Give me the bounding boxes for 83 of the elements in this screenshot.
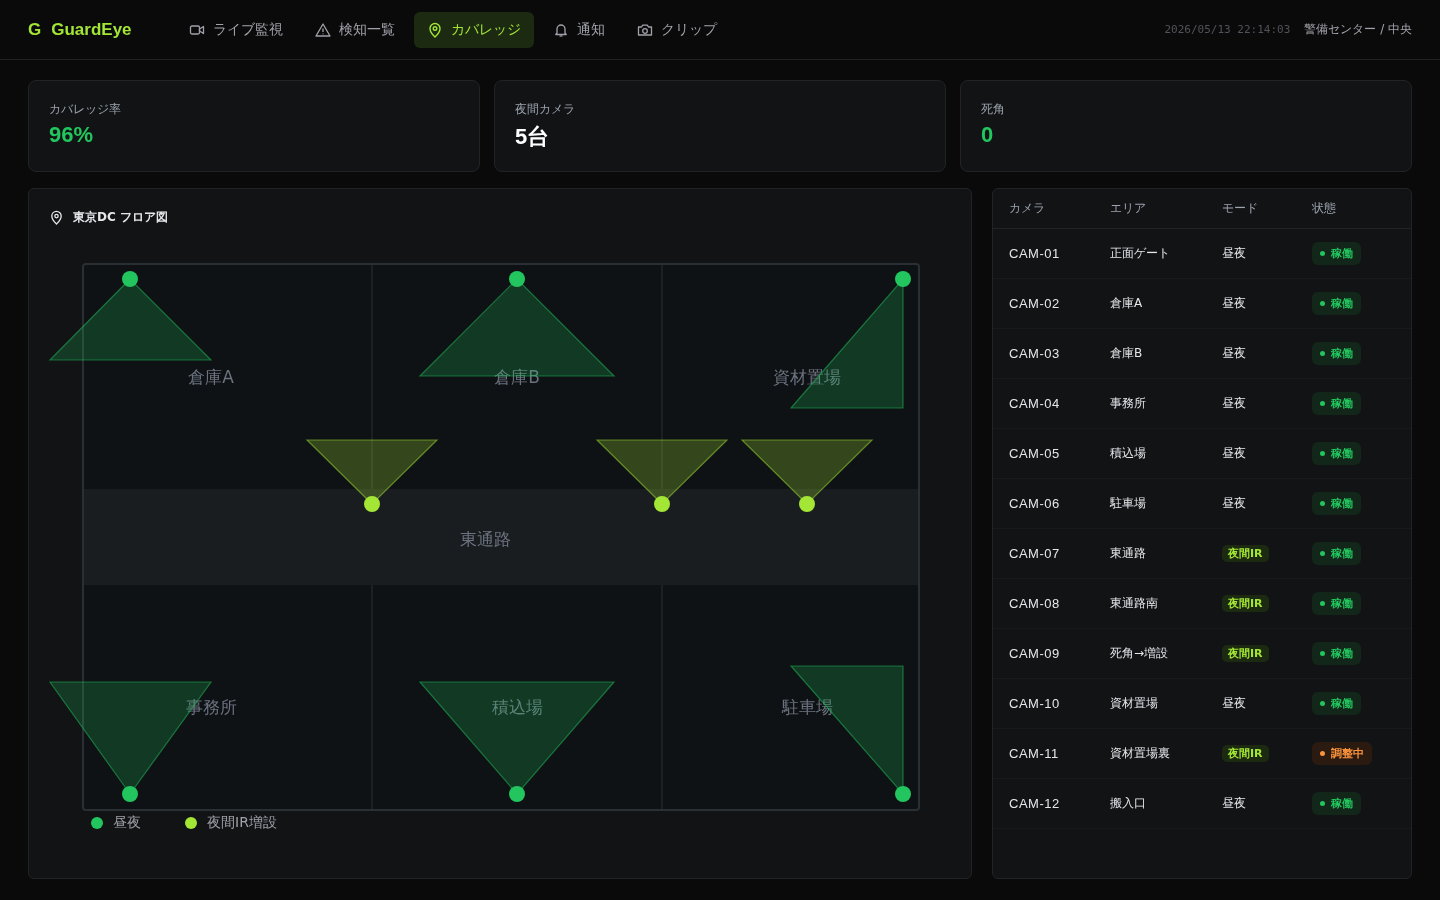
status-badge: 稼働 xyxy=(1312,242,1361,265)
status-badge: 稼働 xyxy=(1312,642,1361,665)
status-badge: 稼働 xyxy=(1312,792,1361,815)
mode-label: 昼夜 xyxy=(1222,446,1246,460)
map-title: 東京DC フロア図 xyxy=(73,209,168,226)
kpi-label: 死角 xyxy=(981,101,1005,118)
legend-label: 昼夜 xyxy=(113,814,141,832)
table-cell-text: CAM-07 xyxy=(1009,546,1061,561)
table-cell-text: 東通路 xyxy=(1110,545,1147,562)
table-cell-text: CAM-09 xyxy=(1009,646,1061,661)
table-cell-text: CAM-06 xyxy=(1009,496,1061,511)
table-cell-text: 資材置場裏 xyxy=(1110,745,1171,762)
status-badge: 調整中 xyxy=(1312,742,1372,765)
status-badge: 稼働 xyxy=(1312,342,1361,365)
app-name: GuardEye xyxy=(51,19,132,40)
status-badge: 稼働 xyxy=(1312,392,1361,415)
camera-coverage-cone[interactable] xyxy=(418,681,616,802)
status-badge: 稼働 xyxy=(1312,592,1361,615)
table-cell-text: CAM-10 xyxy=(1009,696,1061,711)
nav-tab[interactable]: 通知 xyxy=(540,11,618,48)
table-cell-text: 倉庫B xyxy=(1110,345,1144,362)
location-pin-icon xyxy=(427,21,443,38)
status-badge: 稼働 xyxy=(1312,542,1361,565)
warning-icon xyxy=(315,21,331,38)
bell-icon xyxy=(553,21,569,38)
mode-label: 昼夜 xyxy=(1222,296,1246,310)
table-cell-text: CAM-11 xyxy=(1009,746,1060,761)
mode-label: 昼夜 xyxy=(1222,496,1246,510)
table-cell-text: CAM-12 xyxy=(1009,796,1061,811)
mode-badge: 夜間IR xyxy=(1222,745,1269,762)
location-label: 警備センター / 中央 xyxy=(1304,21,1412,38)
location-pin-icon xyxy=(49,210,64,225)
table-cell-text: 東通路南 xyxy=(1110,595,1159,612)
legend-label: 夜間IR増設 xyxy=(207,814,277,832)
camera-coverage-cone[interactable] xyxy=(305,439,439,512)
camera-coverage-cone[interactable] xyxy=(740,439,874,512)
logo-mark: G xyxy=(28,19,42,40)
kpi-value: 5台 xyxy=(515,123,550,151)
mode-badge: 夜間IR xyxy=(1222,595,1269,612)
status-badge: 稼働 xyxy=(1312,692,1361,715)
mode-label: 昼夜 xyxy=(1222,346,1246,360)
mode-badge: 夜間IR xyxy=(1222,545,1269,562)
camera-coverage-cone[interactable] xyxy=(48,271,213,361)
column-header: 状態 xyxy=(1312,200,1337,217)
camera-coverage-cone[interactable] xyxy=(595,439,729,512)
nav-tab[interactable]: 検知一覧 xyxy=(302,11,408,48)
kpi-value: 0 xyxy=(981,122,994,148)
table-cell-text: CAM-04 xyxy=(1009,396,1061,411)
table-cell-text: 死角→増設 xyxy=(1110,645,1170,662)
mode-label: 昼夜 xyxy=(1222,396,1246,410)
table-cell-text: CAM-03 xyxy=(1009,346,1061,361)
mode-label: 昼夜 xyxy=(1222,246,1246,260)
camera-coverage-cone[interactable] xyxy=(789,271,911,409)
nav-tab[interactable]: ライブ監視 xyxy=(176,11,296,48)
table-cell-text: 事務所 xyxy=(1110,395,1147,412)
table-cell-text: 資材置場 xyxy=(1110,695,1159,712)
table-cell-text: 積込場 xyxy=(1110,445,1147,462)
zone-label: 積込場 xyxy=(491,697,543,717)
table-cell-text: CAM-08 xyxy=(1009,596,1061,611)
mode-label: 昼夜 xyxy=(1222,696,1246,710)
mode-label: 昼夜 xyxy=(1222,796,1246,810)
column-header: カメラ xyxy=(1009,200,1046,217)
date-time: 2026/05/13 22:14:03 xyxy=(1164,23,1291,36)
kpi-label: カバレッジ率 xyxy=(49,101,121,118)
table-cell-text: CAM-02 xyxy=(1009,296,1061,311)
column-header: エリア xyxy=(1110,200,1147,217)
zone-label: 東通路 xyxy=(459,529,511,549)
table-cell-text: CAM-01 xyxy=(1009,246,1061,261)
status-badge: 稼働 xyxy=(1312,442,1361,465)
nav-tab[interactable]: クリップ xyxy=(624,11,730,48)
table-cell-text: 正面ゲート xyxy=(1110,245,1171,262)
kpi-value: 96% xyxy=(49,122,94,148)
mode-badge: 夜間IR xyxy=(1222,645,1269,662)
column-header: モード xyxy=(1222,200,1259,217)
table-cell-text: 倉庫A xyxy=(1110,295,1144,312)
nav-tab[interactable]: カバレッジ xyxy=(414,11,534,48)
zone-label: 倉庫A xyxy=(188,367,234,387)
table-cell-text: 搬入口 xyxy=(1110,795,1147,812)
table-cell-text: 駐車場 xyxy=(1110,495,1147,512)
kpi-label: 夜間カメラ xyxy=(515,101,575,118)
status-badge: 稼働 xyxy=(1312,492,1361,515)
status-badge: 稼働 xyxy=(1312,292,1361,315)
table-cell-text: CAM-05 xyxy=(1009,446,1061,461)
